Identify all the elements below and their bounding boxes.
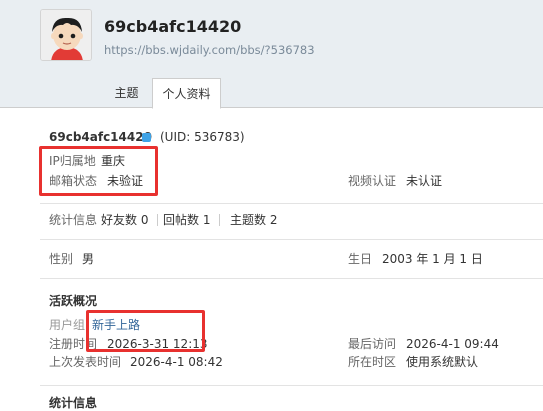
replies-count[interactable]: 回帖数 1 <box>163 212 210 228</box>
stats-label: 统计信息 <box>49 213 98 227</box>
tab-topics[interactable]: 主题 <box>104 78 149 109</box>
separator <box>219 214 220 226</box>
verify-badge-icon <box>142 133 151 142</box>
avatar[interactable] <box>40 9 92 61</box>
activity-heading: 活跃概况 <box>49 294 98 308</box>
profile-uid: (UID: 536783) <box>160 130 245 144</box>
highlight-box-group-regtime <box>86 310 205 352</box>
divider <box>40 278 543 279</box>
tab-profile[interactable]: 个人资料 <box>152 78 221 109</box>
footer-stats-heading: 统计信息 <box>49 396 98 410</box>
user-group-label: 用户组 <box>49 318 86 332</box>
highlight-box-ip-email <box>39 146 158 196</box>
profile-header: 69cb4afc14420 https://bbs.wjdaily.com/bb… <box>0 0 543 109</box>
cartoon-boy-avatar-icon <box>41 10 91 60</box>
divider <box>40 385 543 386</box>
profile-url[interactable]: https://bbs.wjdaily.com/bbs/?536783 <box>104 43 315 57</box>
gender-value: 男 <box>82 252 95 266</box>
header-username: 69cb4afc14420 <box>104 17 242 36</box>
video-verify-label: 视频认证 <box>348 174 397 188</box>
gender-label: 性别 <box>49 252 74 266</box>
profile-name: 69cb4afc14420 <box>49 130 152 144</box>
last-post-value: 2026-4-1 08:42 <box>130 355 223 369</box>
friends-count[interactable]: 好友数 0 <box>101 212 148 228</box>
last-post-label: 上次发表时间 <box>49 355 122 369</box>
birthday-label: 生日 <box>348 252 373 266</box>
profile-content: 69cb4afc14420 (UID: 536783) IP归属地 重庆 邮箱状… <box>0 109 543 411</box>
last-visit-value: 2026-4-1 09:44 <box>406 337 499 351</box>
birthday-value: 2003 年 1 月 1 日 <box>382 252 483 266</box>
separator <box>157 214 158 226</box>
divider <box>40 203 543 204</box>
divider <box>40 239 543 240</box>
last-visit-label: 最后访问 <box>348 337 397 351</box>
timezone-value: 使用系统默认 <box>406 355 479 369</box>
timezone-label: 所在时区 <box>348 355 397 369</box>
topics-count[interactable]: 主题数 2 <box>230 212 277 228</box>
video-verify-value: 未认证 <box>406 174 443 188</box>
